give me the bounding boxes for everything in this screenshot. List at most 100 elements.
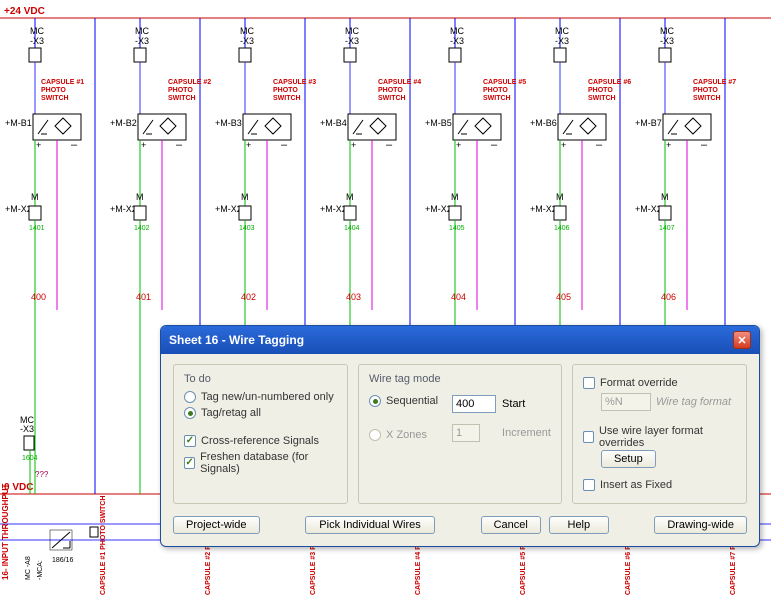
svg-text:CAPSULE #5 PHOTO S: CAPSULE #5 PHOTO SWITCH: [483, 79, 528, 102]
svg-text:405: 405: [556, 292, 571, 302]
svg-text:–: –: [281, 139, 288, 151]
svg-text:+M-X2: +M-X2: [425, 204, 452, 214]
drawing-wide-button[interactable]: Drawing-wide: [654, 516, 747, 534]
svg-text:–: –: [386, 139, 393, 151]
svg-text:-X3: -X3: [555, 36, 569, 46]
dialog-title: Sheet 16 - Wire Tagging: [169, 333, 304, 347]
svg-text:MC -A8: MC -A8: [25, 556, 32, 580]
svg-text:+M-X2: +M-X2: [215, 204, 242, 214]
svg-text:CAPSULE #4 PHOTO S: CAPSULE #4 PHOTO SWITCH: [378, 79, 423, 102]
increment-input: [452, 424, 480, 442]
svg-text:M: M: [136, 192, 144, 202]
svg-text:MC: MC: [555, 26, 569, 36]
group-mode: Wire tag mode Sequential X Zones: [358, 364, 562, 504]
svg-text:MC: MC: [345, 26, 359, 36]
svg-text:1402: 1402: [134, 225, 150, 232]
svg-text:CAPSULE #3 PHOTO S: CAPSULE #3 PHOTO SWITCH: [273, 79, 318, 102]
format-input: [601, 393, 651, 411]
svg-text:+: +: [561, 140, 566, 150]
close-icon[interactable]: ✕: [733, 331, 751, 349]
check-format-override[interactable]: Format override: [583, 377, 736, 389]
start-input[interactable]: [452, 395, 496, 413]
svg-text:–: –: [176, 139, 183, 151]
format-hint: Wire tag format: [656, 396, 731, 408]
dialog-titlebar: Sheet 16 - Wire Tagging ✕: [161, 326, 759, 354]
svg-text:-X3: -X3: [135, 36, 149, 46]
svg-text:1405: 1405: [449, 225, 465, 232]
svg-text:+: +: [666, 140, 671, 150]
increment-label: Increment: [502, 427, 551, 439]
radio-tag-new[interactable]: Tag new/un-numbered only: [184, 391, 337, 403]
svg-text:CAPSULE #1 PHOTO SWITCH: CAPSULE #1 PHOTO SWITCH: [100, 496, 107, 595]
svg-text:M: M: [241, 192, 249, 202]
radio-tag-retag[interactable]: Tag/retag all: [184, 407, 337, 419]
pick-wires-button[interactable]: Pick Individual Wires: [305, 516, 435, 534]
svg-text:–: –: [491, 139, 498, 151]
svg-text:1406: 1406: [554, 225, 570, 232]
group-title-mode: Wire tag mode: [369, 373, 551, 385]
svg-text:+M-X2: +M-X2: [5, 204, 32, 214]
svg-text:406: 406: [661, 292, 676, 302]
group-format: Format override Wire tag format Use wire…: [572, 364, 747, 504]
svg-text:186/16: 186/16: [52, 557, 74, 564]
svg-text:CAPSULE #1 PHOTO S: CAPSULE #1 PHOTO SWITCH: [41, 79, 86, 102]
svg-text:-X3: -X3: [660, 36, 674, 46]
svg-text:CAPSULE #7 PHOTO S: CAPSULE #7 PHOTO SWITCH: [693, 79, 738, 102]
svg-text:16- INPUT THROUGHPUT: 16- INPUT THROUGHPUT: [1, 483, 10, 580]
svg-text:-X3: -X3: [450, 36, 464, 46]
svg-text:+M-B7: +M-B7: [635, 118, 662, 128]
project-wide-button[interactable]: Project-wide: [173, 516, 260, 534]
svg-text:M: M: [451, 192, 459, 202]
check-xref[interactable]: ✓ Cross-reference Signals: [184, 435, 337, 447]
check-freshen[interactable]: ✓ Freshen database (for Signals): [184, 451, 337, 475]
svg-text:1407: 1407: [659, 225, 675, 232]
svg-text:-X3: -X3: [30, 36, 44, 46]
svg-text:+M-X2: +M-X2: [635, 204, 662, 214]
svg-text:404: 404: [451, 292, 466, 302]
svg-text:403: 403: [346, 292, 361, 302]
radio-xzones: X Zones: [369, 429, 438, 441]
svg-text:+M-B6: +M-B6: [530, 118, 557, 128]
svg-text:M: M: [661, 192, 669, 202]
svg-text:+: +: [36, 140, 41, 150]
svg-text:+M-B1: +M-B1: [5, 118, 32, 128]
svg-text:+M-X2: +M-X2: [320, 204, 347, 214]
radio-sequential[interactable]: Sequential: [369, 395, 438, 407]
svg-text:1404: 1404: [344, 225, 360, 232]
svg-text:MC: MC: [450, 26, 464, 36]
wire-tagging-dialog: Sheet 16 - Wire Tagging ✕ To do Tag new/…: [160, 325, 760, 547]
svg-text:+M-B5: +M-B5: [425, 118, 452, 128]
svg-text:+M-B2: +M-B2: [110, 118, 137, 128]
svg-text:+: +: [456, 140, 461, 150]
help-button[interactable]: Help: [549, 516, 609, 534]
svg-text:MC: MC: [240, 26, 254, 36]
svg-text:1403: 1403: [239, 225, 255, 232]
svg-text:+M-B4: +M-B4: [320, 118, 347, 128]
svg-text:CAPSULE #6 PHOTO S: CAPSULE #6 PHOTO SWITCH: [588, 79, 633, 102]
svg-text:+: +: [351, 140, 356, 150]
svg-text:???: ???: [35, 470, 49, 479]
svg-text:+24 VDC: +24 VDC: [4, 6, 45, 17]
check-layer-override[interactable]: Use wire layer format overrides: [583, 425, 736, 449]
svg-text:MC: MC: [135, 26, 149, 36]
check-insert-fixed[interactable]: Insert as Fixed: [583, 479, 736, 491]
svg-text:M: M: [556, 192, 564, 202]
svg-text:1401: 1401: [29, 225, 45, 232]
group-title-todo: To do: [184, 373, 337, 385]
svg-text:-X3: -X3: [345, 36, 359, 46]
svg-text:MC: MC: [30, 26, 44, 36]
svg-text:+: +: [141, 140, 146, 150]
svg-text:-X3: -X3: [240, 36, 254, 46]
svg-text:402: 402: [241, 292, 256, 302]
svg-text:+M-B3: +M-B3: [215, 118, 242, 128]
svg-text:+M-X2: +M-X2: [530, 204, 557, 214]
svg-text:M: M: [346, 192, 354, 202]
svg-text:MC: MC: [660, 26, 674, 36]
svg-text:–: –: [596, 139, 603, 151]
svg-text:–: –: [701, 139, 708, 151]
setup-button[interactable]: Setup: [601, 450, 656, 468]
cancel-button[interactable]: Cancel: [481, 516, 541, 534]
svg-text:400: 400: [31, 292, 46, 302]
svg-text:+M-X2: +M-X2: [110, 204, 137, 214]
svg-text:CAPSULE #2 PHOTO S: CAPSULE #2 PHOTO SWITCH: [168, 79, 213, 102]
